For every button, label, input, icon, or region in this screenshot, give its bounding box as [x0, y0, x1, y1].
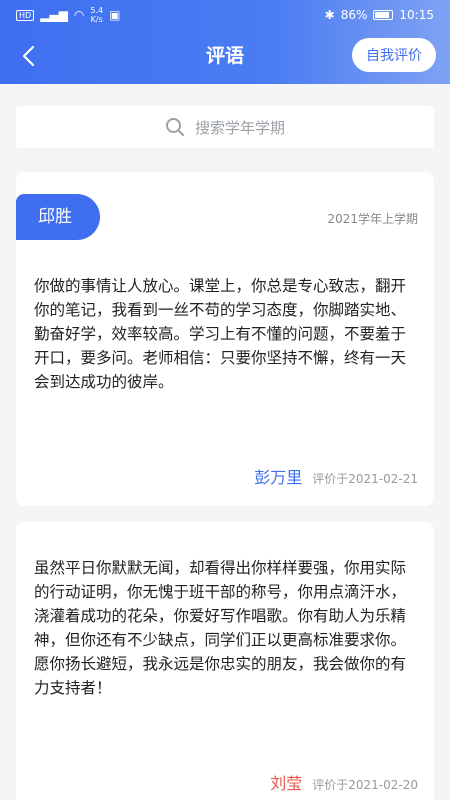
- comment-text: 虽然平日你默默无闻，却看得出你样样要强，你用实际的行动证明，你无愧于班干部的称号…: [34, 559, 407, 697]
- status-right: ✱ 86% 10:15: [325, 8, 434, 22]
- search-placeholder: 搜索学年学期: [194, 118, 285, 137]
- app-notification-icon: ▣: [109, 8, 121, 22]
- chevron-left-icon: [22, 45, 35, 67]
- back-button[interactable]: [14, 42, 42, 70]
- status-left: HD ▂▄▆ ◠ 5.4 K/s ▣: [16, 6, 120, 24]
- teacher-name: 刘莹: [270, 774, 303, 793]
- comment-text: 你做的事情让人放心。课堂上，你总是专心致志，翻开你的笔记，我看到一丝不苟的学习态…: [34, 277, 407, 391]
- hd-badge: HD: [16, 9, 35, 21]
- battery-icon: [373, 10, 394, 20]
- comment-footer: 彭万里 评价于2021-02-21: [254, 464, 418, 488]
- status-bar: HD ▂▄▆ ◠ 5.4 K/s ▣ ✱ 86% 10:15: [0, 0, 450, 30]
- signal-icon: ▂▄▆: [40, 8, 68, 22]
- comment-date: 评价于2021-02-20: [312, 778, 418, 792]
- comment-card[interactable]: 虽然平日你默默无闻，却看得出你样样要强，你用实际的行动证明，你无愧于班干部的称号…: [16, 522, 434, 800]
- search-input[interactable]: 搜索学年学期: [16, 106, 434, 148]
- semester-label: 2021学年上学期: [327, 212, 418, 226]
- bluetooth-icon: ✱: [324, 8, 335, 22]
- self-evaluation-button[interactable]: 自我评价: [352, 38, 436, 72]
- comment-card[interactable]: 邱胜 2021学年上学期 你做的事情让人放心。课堂上，你总是专心致志，翻开你的笔…: [16, 172, 434, 506]
- search-icon: [165, 118, 184, 136]
- app-header: HD ▂▄▆ ◠ 5.4 K/s ▣ ✱ 86% 10:15 评语 自我评价: [0, 0, 450, 84]
- comment-date: 评价于2021-02-21: [312, 472, 418, 486]
- teacher-name: 彭万里: [254, 468, 303, 487]
- clock: 10:15: [399, 8, 434, 22]
- student-name-tag: 邱胜: [16, 194, 100, 240]
- battery-percent: 86%: [340, 8, 368, 22]
- comment-footer: 刘莹 评价于2021-02-20: [270, 770, 418, 794]
- network-speed: 5.4 K/s: [90, 6, 104, 24]
- wifi-icon: ◠: [73, 8, 85, 22]
